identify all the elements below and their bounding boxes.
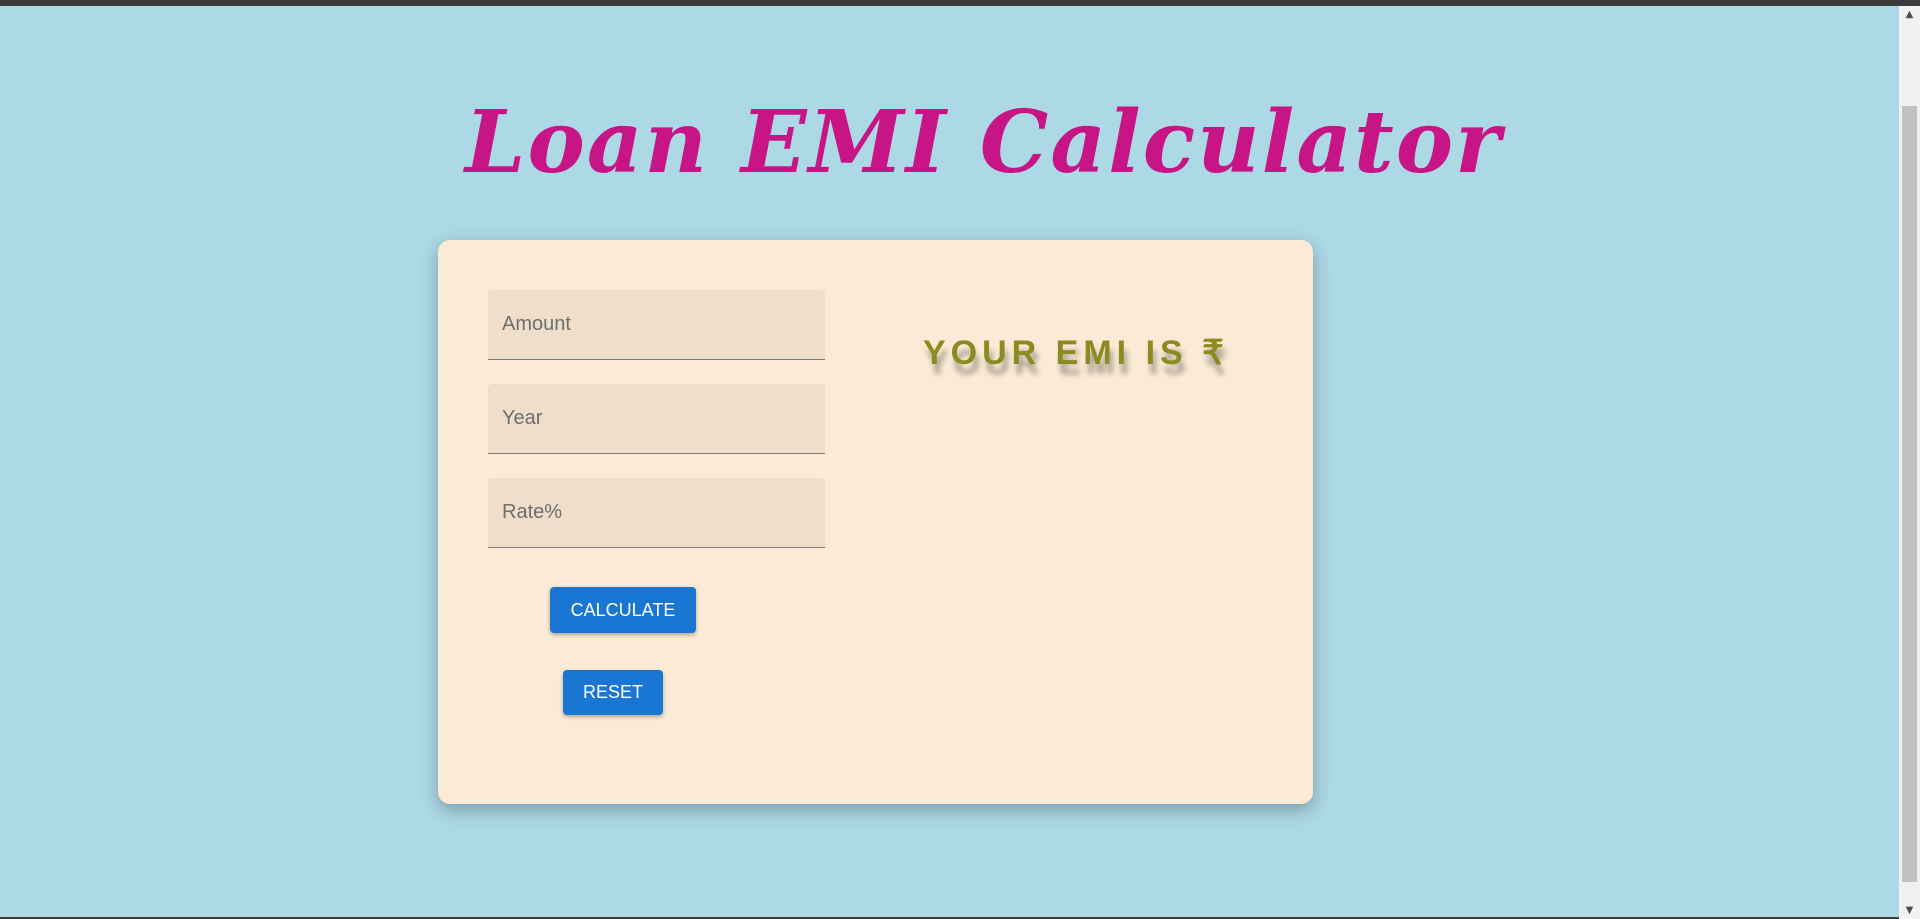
vertical-scrollbar[interactable]: ▲ ▼	[1899, 6, 1920, 919]
year-input[interactable]	[488, 384, 825, 453]
year-field[interactable]	[488, 384, 825, 454]
window-top-bar	[0, 0, 1920, 6]
calculate-button[interactable]: CALCULATE	[550, 587, 696, 633]
scrollbar-thumb[interactable]	[1902, 106, 1917, 882]
rate-field[interactable]	[488, 478, 825, 548]
page-title: Loan EMI Calculator	[465, 92, 1503, 193]
reset-button[interactable]: RESET	[563, 670, 663, 715]
amount-field[interactable]	[488, 290, 825, 360]
calculator-card: CALCULATE RESET YOUR EMI IS ₹	[438, 240, 1313, 804]
arrow-down-icon[interactable]: ▼	[1899, 902, 1920, 919]
rate-input[interactable]	[488, 478, 825, 547]
emi-result-label: YOUR EMI IS ₹	[923, 334, 1229, 372]
arrow-up-icon[interactable]: ▲	[1899, 6, 1920, 23]
amount-input[interactable]	[488, 290, 825, 359]
